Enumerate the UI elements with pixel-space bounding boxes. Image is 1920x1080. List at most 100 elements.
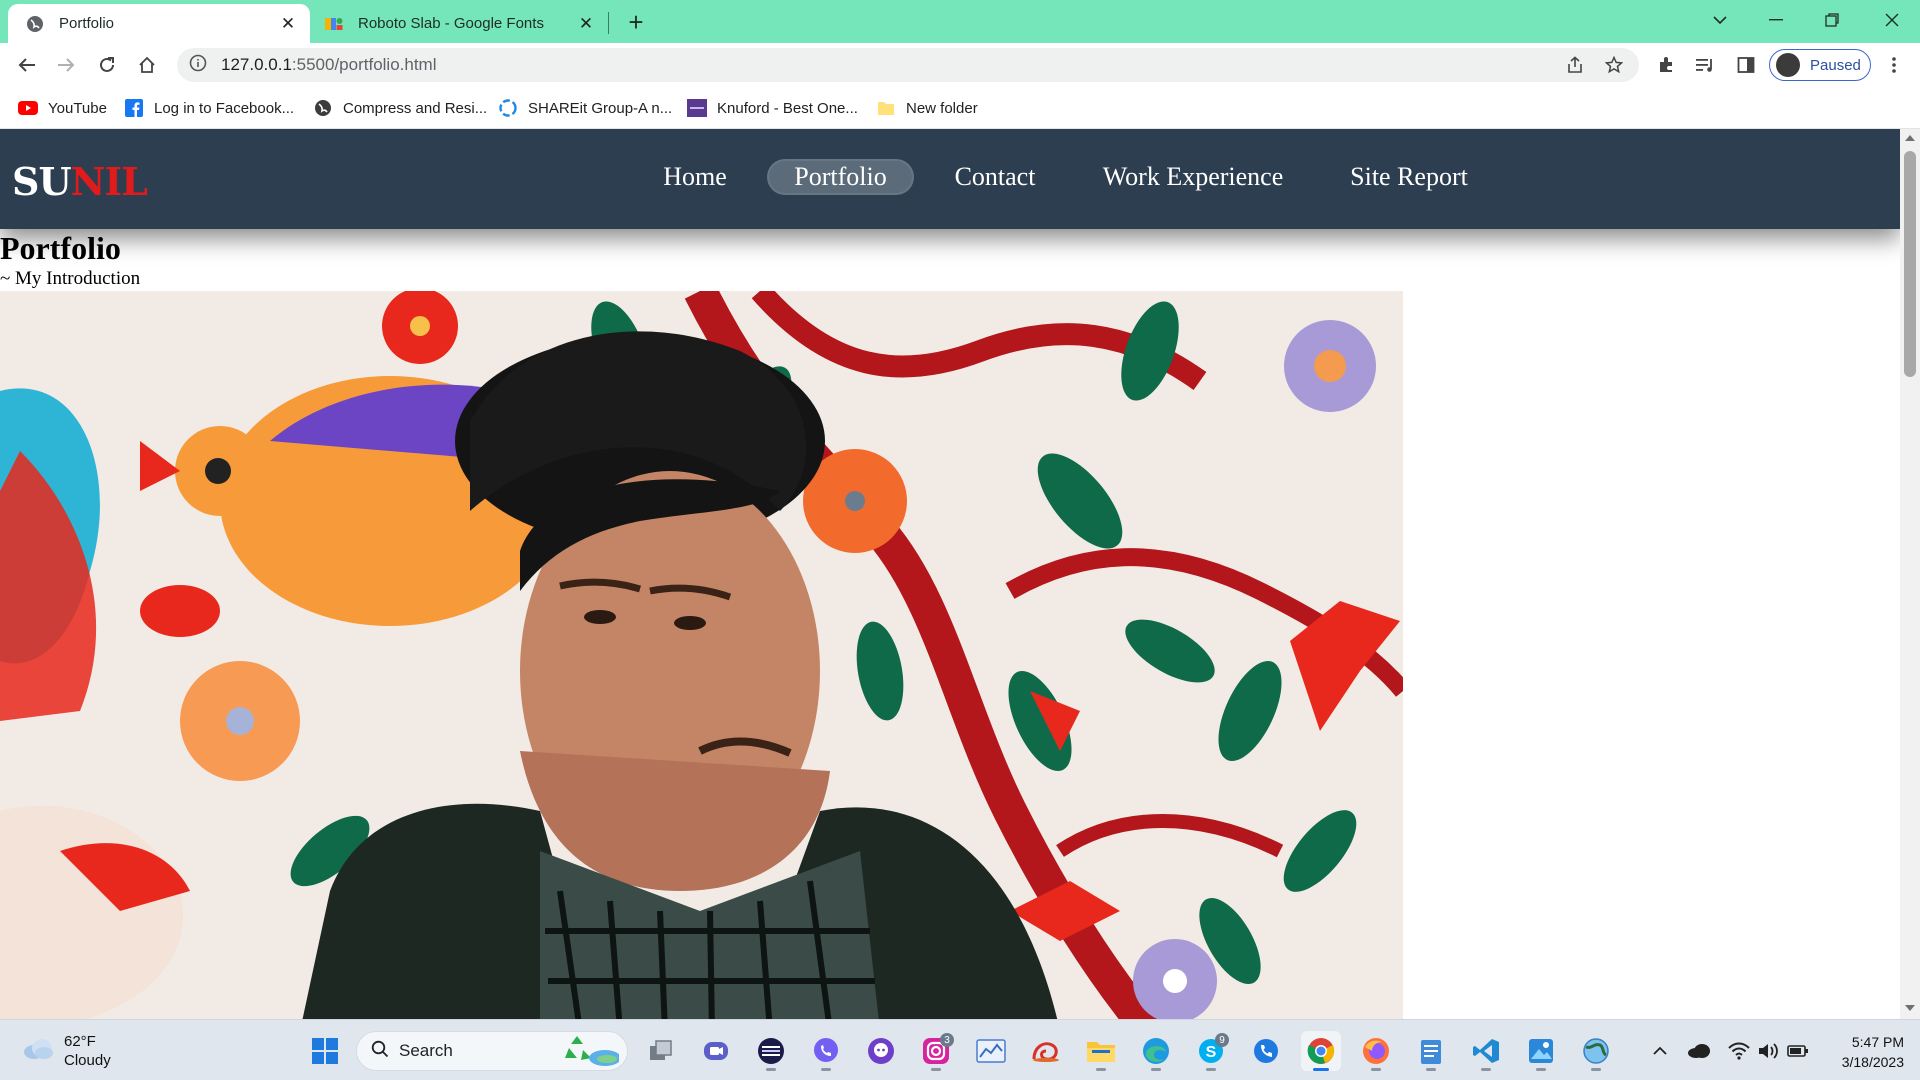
google-fonts-icon: [324, 14, 344, 34]
profile-button[interactable]: Paused: [1769, 49, 1871, 81]
bookmark-compress[interactable]: Compress and Resi...: [313, 97, 487, 119]
widgets-icon[interactable]: [751, 1031, 791, 1071]
taskbar-search[interactable]: Search: [356, 1031, 628, 1071]
phone-link-icon[interactable]: [1246, 1031, 1286, 1071]
reload-button[interactable]: [91, 49, 123, 81]
clock-date: 3/18/2023: [1841, 1054, 1904, 1070]
scroll-up-arrow[interactable]: [1905, 135, 1915, 141]
tab-search-button[interactable]: [1692, 0, 1748, 40]
network-globe-icon[interactable]: [1576, 1031, 1616, 1071]
chrome-icon[interactable]: [1301, 1031, 1341, 1071]
github-icon[interactable]: [861, 1031, 901, 1071]
bookmark-label: SHAREit Group-A n...: [528, 99, 673, 117]
onedrive-icon[interactable]: [1687, 1039, 1711, 1063]
notification-badge: 3: [940, 1033, 954, 1047]
instagram-icon[interactable]: 3: [916, 1031, 956, 1071]
snail-app-icon[interactable]: [1026, 1031, 1066, 1071]
bookmark-shareit[interactable]: SHAREit Group-A n...: [498, 97, 672, 119]
tab-strip: Portfolio ✕ Roboto Slab - Google Fonts ✕…: [0, 0, 1920, 43]
page-viewport: SUNIL Home Portfolio Contact Work Experi…: [0, 129, 1900, 1019]
page-subtitle: ~ My Introduction: [0, 268, 141, 289]
info-icon[interactable]: [189, 54, 207, 77]
bookmark-label: YouTube: [48, 99, 107, 117]
forward-button[interactable]: [50, 49, 82, 81]
recycle-icon: [563, 1032, 621, 1071]
restore-button[interactable]: [1804, 0, 1860, 40]
teams-chat-icon[interactable]: [696, 1031, 736, 1071]
close-icon[interactable]: ✕: [576, 14, 596, 34]
scrollbar-thumb[interactable]: [1904, 151, 1916, 377]
weather-widget[interactable]: 62°F Cloudy: [22, 1032, 111, 1070]
bookmark-label: Knuford - Best One...: [717, 99, 858, 117]
viber-icon[interactable]: [806, 1031, 846, 1071]
bookmark-label: Compress and Resi...: [343, 99, 488, 117]
tab-divider: [608, 12, 609, 34]
skype-icon[interactable]: S 9: [1191, 1031, 1231, 1071]
scroll-down-arrow[interactable]: [1905, 1005, 1915, 1011]
wifi-icon[interactable]: [1727, 1039, 1751, 1063]
cloud-icon: [22, 1038, 54, 1065]
bookmark-facebook[interactable]: Log in to Facebook...: [124, 97, 294, 119]
search-label: Search: [399, 1041, 453, 1060]
profile-status: Paused: [1810, 56, 1861, 74]
bookmark-label: New folder: [906, 99, 978, 117]
close-icon[interactable]: ✕: [278, 14, 298, 34]
nav-contact[interactable]: Contact: [944, 159, 1046, 195]
extensions-icon[interactable]: [1651, 50, 1681, 80]
bookmark-star-icon[interactable]: [1599, 48, 1629, 82]
globe-icon: [313, 98, 333, 118]
edge-icon[interactable]: [1136, 1031, 1176, 1071]
bookmarks-bar: YouTube Log in to Facebook... Compress a…: [0, 87, 1920, 129]
taskbar-clock[interactable]: 5:47 PM 3/18/2023: [1826, 1032, 1904, 1072]
address-bar[interactable]: 127.0.0.1:5500/portfolio.html: [177, 48, 1639, 82]
youtube-icon: [18, 98, 38, 118]
bookmark-youtube[interactable]: YouTube: [18, 97, 107, 119]
tab-title: Portfolio: [59, 15, 115, 32]
url-text[interactable]: 127.0.0.1:5500/portfolio.html: [221, 55, 437, 75]
tab-title: Roboto Slab - Google Fonts: [358, 15, 544, 32]
firefox-icon[interactable]: [1356, 1031, 1396, 1071]
task-view-icon[interactable]: [641, 1031, 681, 1071]
bookmark-new-folder[interactable]: New folder: [876, 97, 978, 119]
tab-google-fonts[interactable]: Roboto Slab - Google Fonts ✕: [314, 4, 608, 43]
nav-portfolio[interactable]: Portfolio: [767, 159, 914, 195]
tab-portfolio[interactable]: Portfolio ✕: [8, 4, 310, 43]
weather-temp: 62°F: [64, 1033, 96, 1050]
shareit-icon: [498, 98, 518, 118]
file-explorer-icon[interactable]: [1081, 1031, 1121, 1071]
share-icon[interactable]: [1560, 48, 1590, 82]
vscode-icon[interactable]: [1466, 1031, 1506, 1071]
back-button[interactable]: [11, 49, 43, 81]
taskbar: 62°F Cloudy Search 3 S 9 5:47 PM 3/18/20…: [0, 1019, 1920, 1080]
side-panel-icon[interactable]: [1731, 50, 1761, 80]
bookmark-knuford[interactable]: Knuford - Best One...: [687, 97, 858, 119]
nav-work-experience[interactable]: Work Experience: [1097, 159, 1289, 195]
notepad-icon[interactable]: [1411, 1031, 1451, 1071]
nav-home[interactable]: Home: [654, 159, 736, 195]
portrait-photo: [0, 291, 1403, 1019]
bookmark-label: Log in to Facebook...: [154, 99, 295, 117]
clock-time: 5:47 PM: [1851, 1034, 1904, 1050]
page-title: Portfolio: [0, 230, 121, 266]
close-window-button[interactable]: [1864, 0, 1920, 40]
search-icon: [371, 1040, 389, 1063]
volume-icon[interactable]: [1756, 1039, 1780, 1063]
battery-icon[interactable]: [1786, 1039, 1810, 1063]
menu-kebab-icon[interactable]: [1879, 50, 1909, 80]
browser-toolbar: 127.0.0.1:5500/portfolio.html Paused: [0, 43, 1920, 87]
new-tab-button[interactable]: +: [622, 7, 650, 37]
media-control-icon[interactable]: [1690, 50, 1720, 80]
minimize-button[interactable]: [1748, 0, 1804, 40]
start-button[interactable]: [305, 1031, 345, 1071]
notification-badge: 9: [1215, 1033, 1229, 1047]
avatar: [1776, 53, 1800, 77]
site-logo[interactable]: SUNIL: [12, 159, 148, 204]
chevron-up-icon[interactable]: [1648, 1039, 1672, 1063]
site-navbar: SUNIL Home Portfolio Contact Work Experi…: [0, 129, 1900, 229]
weather-condition: Cloudy: [64, 1052, 111, 1069]
home-button[interactable]: [131, 49, 163, 81]
stocks-icon[interactable]: [971, 1031, 1011, 1071]
page-scrollbar[interactable]: [1900, 129, 1920, 1019]
nav-site-report[interactable]: Site Report: [1344, 159, 1474, 195]
photos-icon[interactable]: [1521, 1031, 1561, 1071]
